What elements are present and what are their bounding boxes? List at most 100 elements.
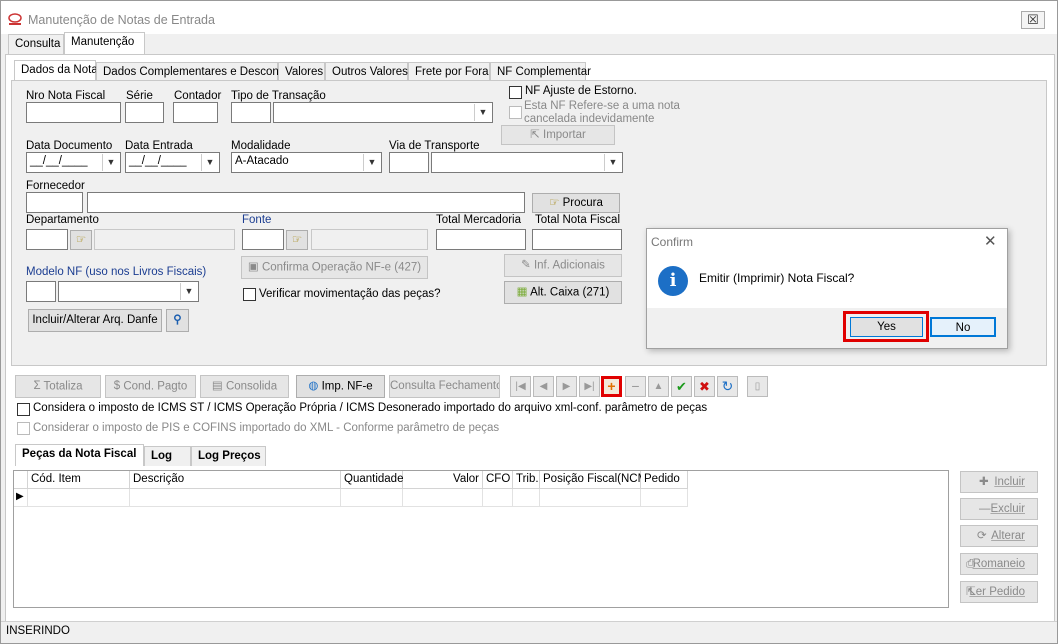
via-transporte-select[interactable]: ▼ — [431, 152, 623, 173]
excluir-button[interactable]: — Excluir — [960, 498, 1038, 520]
tab-frete-por-fora[interactable]: Frete por Fora — [408, 62, 490, 82]
tab-log[interactable]: Log — [144, 446, 191, 466]
total-nota-input[interactable] — [532, 229, 622, 250]
document-check-icon: ▣ — [247, 261, 259, 273]
totaliza-button[interactable]: Σ Totaliza — [15, 375, 101, 398]
col-quantidade[interactable]: Quantidade — [341, 471, 403, 489]
table-row-cell[interactable] — [483, 489, 513, 507]
status-text: INSERINDO — [6, 625, 70, 637]
pointing-hand-icon: ☞ — [75, 234, 87, 246]
incluir-button[interactable]: ✚ Incluir — [960, 471, 1038, 493]
modelo-nf-select[interactable]: ▼ — [58, 281, 199, 302]
inf-adicionais-button[interactable]: ✎ Inf. Adicionais — [504, 254, 622, 277]
fonte-name-field — [311, 229, 428, 250]
imp-nfe-button[interactable]: ◍ Imp. NF-e — [296, 375, 385, 398]
table-row-cell[interactable] — [130, 489, 341, 507]
cond-pagto-button[interactable]: $ Cond. Pagto — [105, 375, 196, 398]
col-trib[interactable]: Trib. — [513, 471, 540, 489]
first-record-icon[interactable]: |◀ — [510, 376, 531, 397]
confirma-operacao-button[interactable]: ▣ Confirma Operação NF-e (427) — [241, 256, 428, 279]
close-button[interactable]: ☒ — [1021, 11, 1045, 29]
col-pedido[interactable]: Pedido — [641, 471, 688, 489]
tab-nf-complementar[interactable]: NF Complementar — [490, 62, 591, 82]
departamento-code-input[interactable] — [26, 229, 68, 250]
table-row-cell[interactable] — [403, 489, 483, 507]
tab-consulta[interactable]: Consulta — [8, 34, 64, 54]
refresh-icon[interactable]: ↻ — [717, 376, 738, 397]
nf-ajuste-checkbox[interactable] — [509, 86, 522, 99]
via-transporte-label: Via de Transporte — [389, 140, 480, 152]
serie-label: Série — [126, 90, 153, 102]
via-transporte-code-input[interactable] — [389, 152, 429, 173]
importar-button[interactable]: ⇱ Importar — [501, 125, 615, 145]
column-icon[interactable]: ▯ — [747, 376, 768, 397]
import-icon: ⇱ — [530, 129, 540, 141]
tab-dados-complementares[interactable]: Dados Complementares e Desconto — [96, 62, 288, 82]
next-record-icon[interactable]: ▶ — [556, 376, 577, 397]
icms-st-checkbox[interactable] — [17, 403, 30, 416]
ler-pedido-button[interactable]: ⇱ Ler Pedido — [960, 581, 1038, 603]
delete-record-minus-icon[interactable]: − — [625, 376, 646, 397]
edit-icon: ✎ — [521, 259, 531, 271]
search-button[interactable]: ⚲ — [166, 309, 189, 332]
procura-button[interactable]: ☞ Procura — [532, 193, 620, 213]
tipo-transacao-select[interactable]: ▼ — [273, 102, 493, 123]
dialog-close-icon[interactable]: ✕ — [984, 232, 997, 250]
no-button[interactable]: No — [930, 317, 996, 337]
table-row-cell[interactable] — [28, 489, 130, 507]
alt-caixa-button[interactable]: ▦ Alt. Caixa (271) — [504, 281, 622, 304]
col-posicao-fiscal[interactable]: Posição Fiscal(NCM) — [540, 471, 651, 489]
fonte-search-button[interactable]: ☞ — [286, 230, 308, 250]
importar-label: Importar — [543, 129, 586, 142]
modelo-nf-code-input[interactable] — [26, 281, 56, 302]
col-cod-item[interactable]: Cód. Item — [28, 471, 130, 489]
dialog-message: Emitir (Imprimir) Nota Fiscal? — [699, 271, 855, 285]
fonte-code-input[interactable] — [242, 229, 284, 250]
info-icon: i — [658, 266, 688, 296]
pis-cofins-checkbox[interactable] — [17, 422, 30, 435]
prior-record-icon[interactable]: ◀ — [533, 376, 554, 397]
fornecedor-name-input[interactable] — [87, 192, 525, 213]
alterar-button[interactable]: ⟳ Alterar — [960, 525, 1038, 547]
tipo-transacao-code-input[interactable] — [231, 102, 271, 123]
tab-dados-nota[interactable]: Dados da Nota — [14, 60, 98, 82]
yes-button[interactable]: Yes — [850, 317, 923, 337]
data-documento-input[interactable]: __/__/____ ▼ — [26, 152, 121, 173]
main-window: Manutenção de Notas de Entrada ☒ Consult… — [0, 0, 1058, 644]
romaneio-button[interactable]: ⎙ Romaneio — [960, 553, 1038, 575]
table-row-cell[interactable] — [641, 489, 688, 507]
col-valor[interactable]: Valor — [403, 471, 483, 489]
serie-input[interactable] — [125, 102, 164, 123]
tab-log-precos[interactable]: Log Preços — [191, 446, 266, 466]
verificar-mov-checkbox[interactable] — [243, 288, 256, 301]
col-descricao[interactable]: Descrição — [130, 471, 341, 489]
tab-pecas-nota[interactable]: Peças da Nota Fiscal — [15, 444, 144, 466]
chevron-down-icon: ▼ — [363, 154, 380, 171]
edit-record-icon[interactable]: ▲ — [648, 376, 669, 397]
tab-outros-valores[interactable]: Outros Valores — [325, 62, 408, 82]
departamento-search-button[interactable]: ☞ — [70, 230, 92, 250]
consulta-fechamento-button[interactable]: Consulta Fechamento — [389, 375, 500, 398]
fornecedor-code-input[interactable] — [26, 192, 83, 213]
col-cfo[interactable]: CFO — [483, 471, 513, 489]
consolida-button[interactable]: ▤ Consolida — [200, 375, 289, 398]
post-check-icon[interactable]: ✔ — [671, 376, 692, 397]
total-mercadoria-input[interactable] — [436, 229, 526, 250]
table-row-cell[interactable] — [341, 489, 403, 507]
last-record-icon[interactable]: ▶| — [579, 376, 600, 397]
nf-refere-checkbox[interactable] — [509, 106, 522, 119]
excluir-label: Excluir — [990, 503, 1025, 515]
nro-nota-input[interactable] — [26, 102, 121, 123]
contador-input[interactable] — [173, 102, 218, 123]
table-row-cell[interactable] — [540, 489, 641, 507]
pecas-grid[interactable]: Cód. Item Descrição Quantidade Valor CFO… — [13, 470, 949, 608]
printer-icon: ⎙ — [966, 558, 976, 570]
tab-valores[interactable]: Valores — [278, 62, 325, 82]
table-row-cell[interactable] — [513, 489, 540, 507]
insert-record-plus-icon[interactable]: + — [601, 376, 622, 397]
incluir-danfe-button[interactable]: Incluir/Alterar Arq. Danfe — [28, 309, 162, 332]
modalidade-select[interactable]: A-Atacado ▼ — [231, 152, 382, 173]
tab-manutencao[interactable]: Manutenção — [64, 32, 145, 54]
data-entrada-input[interactable]: __/__/____ ▼ — [125, 152, 220, 173]
cancel-x-icon[interactable]: ✖ — [694, 376, 715, 397]
